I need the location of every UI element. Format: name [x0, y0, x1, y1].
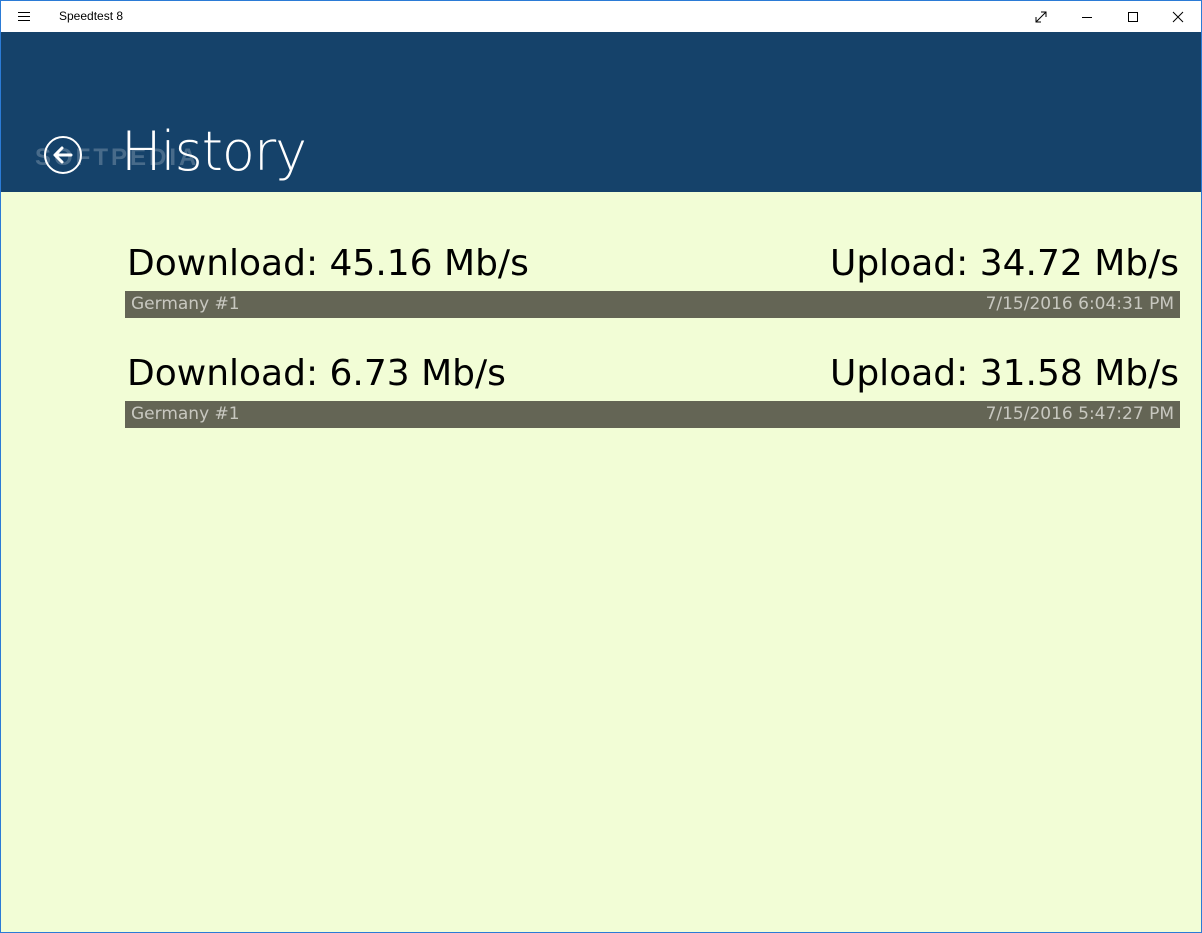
app-window: Speedtest 8 SOFTPEDIA History Download: … [0, 0, 1202, 933]
title-bar: Speedtest 8 [1, 1, 1201, 32]
maximize-icon [1128, 11, 1138, 22]
server-name: Germany #1 [131, 404, 240, 424]
app-title: Speedtest 8 [59, 9, 124, 23]
speed-row: Download: 6.73 Mb/s Upload: 31.58 Mb/s [125, 353, 1180, 401]
test-timestamp: 7/15/2016 6:04:31 PM [985, 294, 1174, 314]
fullscreen-button[interactable] [1018, 1, 1064, 32]
minimize-button[interactable] [1064, 1, 1110, 32]
back-button[interactable] [44, 136, 82, 174]
close-button[interactable] [1155, 1, 1201, 32]
maximize-button[interactable] [1110, 1, 1156, 32]
page-header: SOFTPEDIA History [1, 32, 1201, 192]
upload-speed: Upload: 34.72 Mb/s [829, 243, 1179, 284]
hamburger-icon[interactable] [11, 7, 37, 27]
minimize-icon [1082, 16, 1092, 18]
info-bar: Germany #1 7/15/2016 6:04:31 PM [125, 291, 1180, 318]
test-timestamp: 7/15/2016 5:47:27 PM [985, 404, 1174, 424]
upload-speed: Upload: 31.58 Mb/s [829, 353, 1179, 394]
info-bar: Germany #1 7/15/2016 5:47:27 PM [125, 401, 1180, 428]
download-speed: Download: 6.73 Mb/s [127, 353, 506, 394]
page-title: History [121, 120, 307, 183]
close-icon [1172, 11, 1184, 22]
server-name: Germany #1 [131, 294, 240, 314]
back-arrow-icon [53, 146, 73, 164]
download-speed: Download: 45.16 Mb/s [127, 243, 529, 284]
expand-icon [1035, 11, 1047, 22]
history-item[interactable]: Download: 6.73 Mb/s Upload: 31.58 Mb/s G… [125, 353, 1180, 433]
speed-row: Download: 45.16 Mb/s Upload: 34.72 Mb/s [125, 243, 1180, 291]
history-item[interactable]: Download: 45.16 Mb/s Upload: 34.72 Mb/s … [125, 243, 1180, 323]
